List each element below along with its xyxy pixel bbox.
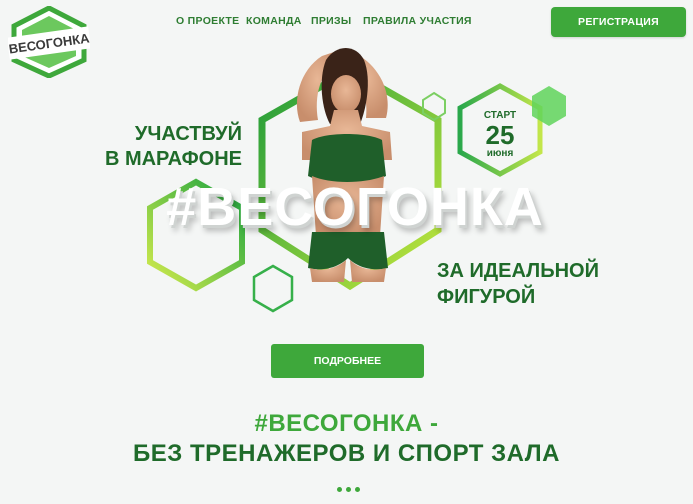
nav-team[interactable]: КОМАНДА (246, 15, 302, 27)
hexagon-small-bottom (252, 264, 294, 313)
dots-divider (337, 487, 360, 492)
nav-prizes[interactable]: ПРИЗЫ (311, 15, 351, 27)
tagline-right-line-1: ЗА ИДЕАЛЬНОЙ (437, 260, 599, 282)
section-heading-hashtag: #ВЕСОГОНКА - (254, 410, 439, 437)
dot (346, 487, 351, 492)
section-heading-subtitle: БЕЗ ТРЕНАЖЕРОВ И СПОРТ ЗАЛА (133, 440, 560, 467)
hero-hashtag: #ВЕСОГОНКА (166, 177, 544, 237)
more-button[interactable]: ПОДРОБНЕЕ (271, 344, 424, 378)
dot (337, 487, 342, 492)
tagline-left-line-1: УЧАСТВУЙ (134, 123, 242, 145)
tagline-left-line-2: В МАРАФОНЕ (104, 148, 242, 170)
nav-rules[interactable]: ПРАВИЛА УЧАСТИЯ (363, 15, 472, 27)
start-badge: СТАРТ 25 июня (470, 110, 530, 160)
dot (355, 487, 360, 492)
tagline-right-line-2: ФИГУРОЙ (437, 286, 536, 308)
logo[interactable]: ВЕСОГОНКА (8, 6, 90, 78)
athlete-figure (296, 48, 392, 282)
tagline-left: УЧАСТВУЙ В МАРАФОНЕ (80, 122, 242, 172)
start-day: 25 (485, 120, 515, 150)
start-month: июня (486, 148, 514, 159)
nav-about[interactable]: О ПРОЕКТЕ (176, 15, 239, 27)
tagline-right: ЗА ИДЕАЛЬНОЙ ФИГУРОЙ (437, 258, 637, 310)
register-button[interactable]: РЕГИСТРАЦИЯ (551, 7, 686, 37)
